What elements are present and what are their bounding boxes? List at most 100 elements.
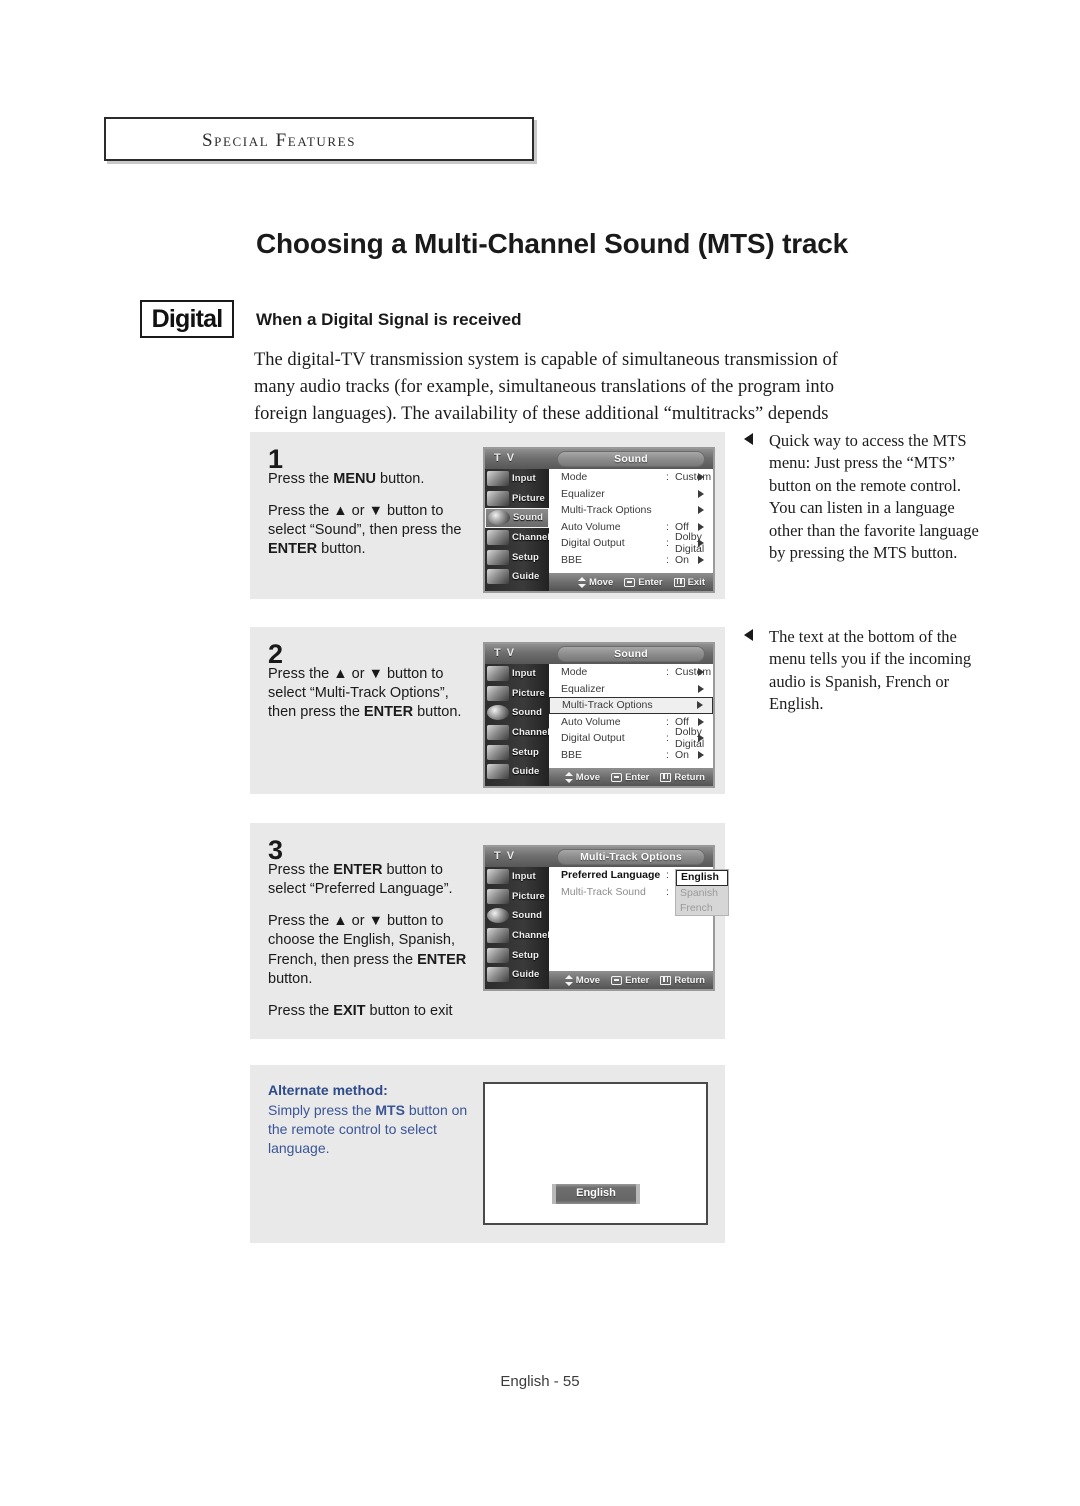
enter-key-icon xyxy=(611,772,623,782)
osd-sidebar-item-input[interactable]: Input xyxy=(485,664,549,684)
osd-sidebar: Input Picture Sound Channel Setup Guide xyxy=(485,469,550,591)
osd-sidebar-item-label: Picture xyxy=(512,687,545,699)
step-instructions: Press the ENTER button to select “Prefer… xyxy=(268,861,468,1021)
osd-menu-row[interactable]: BBE: On xyxy=(549,747,713,764)
osd-footer-hint: Move xyxy=(577,576,613,588)
section-heading: When a Digital Signal is received xyxy=(256,310,522,330)
osd-sidebar-item-channel[interactable]: Channel xyxy=(485,723,550,743)
osd-menu-row[interactable]: Multi-Track Options xyxy=(549,697,713,714)
osd-menu-row-key: Mode xyxy=(561,666,588,679)
osd-sidebar-item-label: Sound xyxy=(512,910,543,922)
language-option-french[interactable]: French xyxy=(676,901,728,916)
osd-sidebar-item-setup[interactable]: Setup xyxy=(485,945,549,965)
chevron-right-icon xyxy=(698,717,704,726)
osd-sidebar-item-label: Input xyxy=(512,668,536,680)
guide-icon xyxy=(487,569,509,585)
osd-menu-row[interactable]: Digital Output: Dolby Digital xyxy=(549,726,713,750)
osd-menu-row-separator: : xyxy=(666,520,669,533)
osd-sidebar-item-input[interactable]: Input xyxy=(485,867,549,887)
chevron-right-icon xyxy=(698,539,704,548)
digital-badge-label: Digital xyxy=(151,305,224,333)
osd-menu-row-separator: : xyxy=(666,715,669,728)
osd-menu-list: Mode: Custom Equalizer Multi-Track Options A… xyxy=(549,664,713,768)
osd-sidebar-item-picture[interactable]: Picture xyxy=(485,887,549,907)
osd-sidebar-item-sound[interactable]: Sound xyxy=(485,906,549,926)
osd-footer-hint: Enter xyxy=(611,772,649,783)
osd-menu-row-value: On xyxy=(675,748,690,761)
picture-icon xyxy=(487,685,509,701)
osd-footer-hint: Move xyxy=(564,771,600,783)
language-indicator-label: English xyxy=(576,1187,616,1199)
osd-menu-title-text: Multi-Track Options xyxy=(580,851,682,863)
note-bullet-icon xyxy=(744,433,753,445)
chapter-header-box: Special Features xyxy=(104,117,534,161)
osd-sidebar-item-guide[interactable]: Guide xyxy=(485,762,549,782)
osd-menu-row[interactable]: Equalizer xyxy=(549,681,713,698)
osd-sidebar-item-channel[interactable]: Channel xyxy=(485,926,550,946)
language-indicator-button[interactable]: English xyxy=(552,1184,640,1204)
osd-sidebar-item-setup[interactable]: Setup xyxy=(485,547,549,567)
alternate-method-screen: English xyxy=(483,1082,708,1225)
chevron-right-icon xyxy=(698,734,704,743)
osd-menu-row[interactable]: Multi-Track Options xyxy=(549,502,713,519)
osd-menu-title-text: Sound xyxy=(614,453,648,465)
osd-sidebar-item-setup[interactable]: Setup xyxy=(485,742,549,762)
osd-brand-label: T V xyxy=(494,850,516,862)
osd-sidebar-item-picture[interactable]: Picture xyxy=(485,684,549,704)
language-option-spanish[interactable]: Spanish xyxy=(676,886,728,901)
channel-icon xyxy=(487,530,509,546)
osd-menu-row-separator: : xyxy=(666,666,669,679)
osd-menu-row-separator: : xyxy=(666,537,669,550)
input-icon xyxy=(487,666,509,682)
osd-menu-row-key: Multi-Track Options xyxy=(562,699,653,712)
osd-menu-row[interactable]: BBE: On xyxy=(549,552,713,569)
step-instruction-line: Press the ▲ or ▼ button to select “Multi… xyxy=(268,666,462,721)
osd-footer-bar: Move Enter Exit xyxy=(549,573,713,591)
osd-menu-row-key: Equalizer xyxy=(561,682,605,695)
osd-footer-bar: Move Enter Return xyxy=(549,768,713,786)
osd-sidebar-item-input[interactable]: Input xyxy=(485,469,549,489)
input-icon xyxy=(487,869,509,885)
osd-sidebar-item-guide[interactable]: Guide xyxy=(485,965,549,985)
input-icon xyxy=(487,471,509,487)
osd-sidebar: Input Picture Sound Channel Setup Guide xyxy=(485,664,550,786)
enter-key-icon xyxy=(611,975,623,985)
osd-menu-row-key: Mode xyxy=(561,471,588,484)
step-instruction-line: Press the ENTER button to select “Prefer… xyxy=(268,862,453,898)
osd-menu-row-key: Digital Output xyxy=(561,537,625,550)
osd-menu-row-separator: : xyxy=(666,869,669,882)
osd-sidebar-item-label: Sound xyxy=(512,707,543,719)
osd-menu-row[interactable]: Mode: Custom xyxy=(549,664,713,681)
osd-menu-row-key: Preferred Language xyxy=(561,869,661,882)
osd-sidebar-item-label: Guide xyxy=(512,969,540,981)
osd-sidebar-item-picture[interactable]: Picture xyxy=(485,489,549,509)
channel-icon xyxy=(487,725,509,741)
osd-menu-row[interactable]: Digital Output: Dolby Digital xyxy=(549,531,713,555)
osd-menu-title-text: Sound xyxy=(614,648,648,660)
osd-menu-row[interactable]: Mode: Custom xyxy=(549,469,713,486)
osd-sidebar-item-sound[interactable]: Sound xyxy=(485,703,549,723)
osd-footer-hint-label: Enter xyxy=(638,576,663,588)
osd-menu-row-separator: : xyxy=(666,885,669,898)
osd-sidebar-item-label: Picture xyxy=(512,492,545,504)
tv-osd-screenshot: T V Multi-Track Options Input Picture Sound C… xyxy=(483,845,729,991)
guide-icon xyxy=(487,764,509,780)
osd-menu-row-key: Multi-Track Options xyxy=(561,504,652,517)
osd-menu-row-key: Auto Volume xyxy=(561,715,621,728)
page-title: Choosing a Multi-Channel Sound (MTS) tra… xyxy=(256,227,849,259)
language-option-list[interactable]: English Spanish French xyxy=(675,869,729,916)
osd-sidebar-item-label: Guide xyxy=(512,571,540,583)
setup-icon xyxy=(487,744,509,760)
osd-sidebar-item-channel[interactable]: Channel xyxy=(485,528,550,548)
alternate-method-text: Simply press the MTS button on the remot… xyxy=(268,1102,468,1156)
osd-menu-row-key: Equalizer xyxy=(561,487,605,500)
osd-sidebar-item-guide[interactable]: Guide xyxy=(485,567,549,587)
osd-footer-hint-label: Return xyxy=(674,974,705,986)
osd-sidebar-item-sound[interactable]: Sound xyxy=(485,508,549,528)
sound-icon xyxy=(487,908,509,924)
language-option-english[interactable]: English xyxy=(676,870,728,886)
osd-footer-hint: Exit xyxy=(673,577,705,588)
osd-menu-row-value: On xyxy=(675,553,690,566)
chevron-right-icon xyxy=(698,555,704,564)
osd-menu-row[interactable]: Equalizer xyxy=(549,486,713,503)
